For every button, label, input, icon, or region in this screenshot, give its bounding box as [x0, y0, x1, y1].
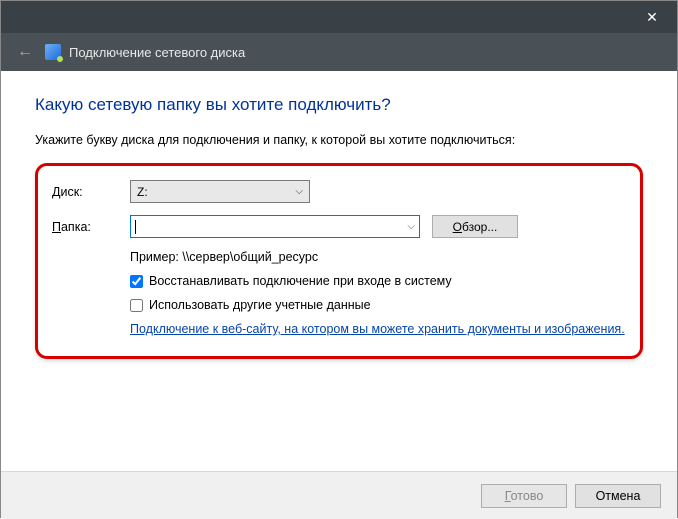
page-instruction: Укажите букву диска для подключения и па…	[35, 133, 643, 147]
other-credentials-checkbox[interactable]	[130, 299, 143, 312]
chevron-down-icon[interactable]: ⌵	[407, 221, 415, 232]
reconnect-label: Восстанавливать подключение при входе в …	[149, 274, 452, 288]
wizard-footer: Готово Отмена	[1, 471, 677, 519]
reconnect-checkbox[interactable]	[130, 275, 143, 288]
other-credentials-label: Использовать другие учетные данные	[149, 298, 371, 312]
connect-website-link[interactable]: Подключение к веб-сайту, на котором вы м…	[130, 322, 625, 336]
cancel-button[interactable]: Отмена	[575, 484, 661, 508]
drive-value: Z:	[137, 185, 148, 199]
wizard-title: Подключение сетевого диска	[69, 45, 245, 60]
wizard-content: Какую сетевую папку вы хотите подключить…	[1, 71, 677, 359]
browse-button[interactable]: Обзор...	[432, 215, 518, 238]
folder-label: Папка:	[52, 220, 130, 234]
drive-select[interactable]: Z: ⌵	[130, 180, 310, 203]
close-icon[interactable]: ✕	[631, 1, 673, 33]
back-arrow-icon[interactable]: ←	[13, 40, 37, 64]
network-drive-icon	[45, 44, 61, 60]
drive-label: Диск:	[52, 185, 130, 199]
folder-field[interactable]	[136, 220, 403, 234]
form-area: Диск: Z: ⌵ Папка: ⌵ Обзор... Пример: \\с…	[35, 163, 643, 359]
wizard-header: ← Подключение сетевого диска	[1, 33, 677, 71]
window-titlebar: ✕	[1, 1, 677, 33]
page-heading: Какую сетевую папку вы хотите подключить…	[35, 95, 643, 115]
folder-input[interactable]: ⌵	[130, 215, 420, 238]
finish-button: Готово	[481, 484, 567, 508]
folder-example: Пример: \\сервер\общий_ресурс	[130, 250, 626, 264]
chevron-down-icon: ⌵	[295, 186, 303, 197]
